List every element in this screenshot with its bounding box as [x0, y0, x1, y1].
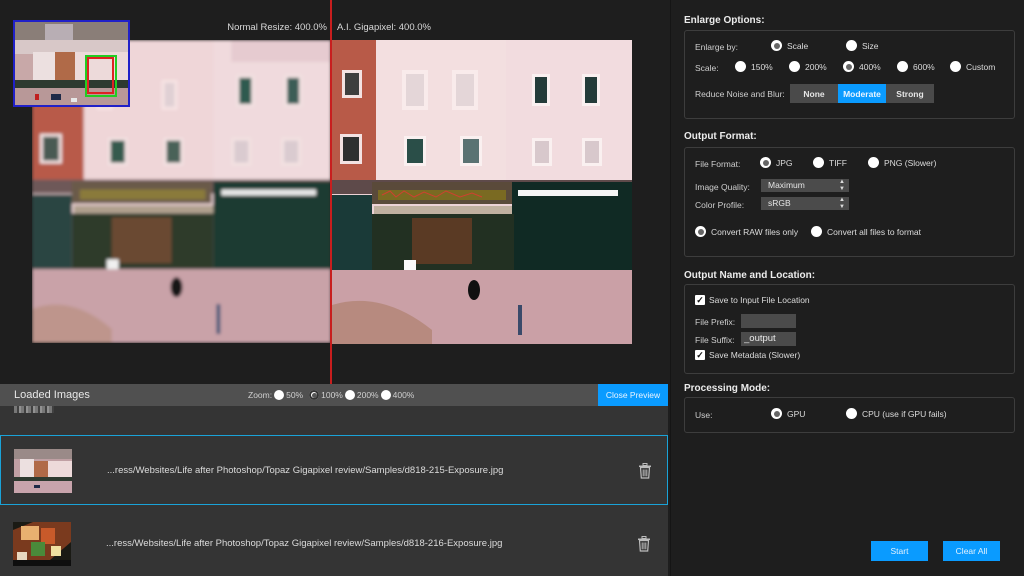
- save-metadata-checkbox[interactable]: ✓ Save Metadata (Slower): [695, 350, 800, 360]
- radio-icon: [274, 390, 285, 400]
- radio-icon: [868, 157, 879, 168]
- radio-selected-icon: [843, 61, 854, 72]
- enlarge-options-group: Enlarge by: Scale Size Scale: 150% 200% …: [684, 30, 1015, 119]
- cpu-radio[interactable]: CPU (use if GPU fails): [846, 408, 947, 419]
- list-item[interactable]: ...ress/Websites/Life after Photoshop/To…: [0, 435, 668, 505]
- radio-icon: [735, 61, 746, 72]
- radio-icon: [344, 390, 355, 400]
- radio-selected-icon: [771, 40, 782, 51]
- reduce-noise-label: Reduce Noise and Blur:: [695, 89, 785, 99]
- street-scene-sharp: [332, 40, 632, 344]
- enlarge-options-title: Enlarge Options:: [684, 15, 765, 26]
- output-format-title: Output Format:: [684, 131, 757, 142]
- trash-icon[interactable]: [637, 536, 651, 552]
- image-thumbnail: [14, 406, 54, 413]
- loaded-images-list[interactable]: ...ress/Websites/Life after Photoshop/To…: [0, 406, 668, 576]
- loaded-images-bar: Loaded Images Zoom: 50% 100% 200% 400% C…: [0, 384, 668, 406]
- scale-600-radio[interactable]: 600%: [897, 61, 935, 72]
- list-item[interactable]: ...ress/Websites/Life after Photoshop/To…: [0, 509, 668, 576]
- enlarge-by-label: Enlarge by:: [695, 42, 738, 52]
- image-thumbnail: [13, 522, 71, 566]
- radio-icon: [950, 61, 961, 72]
- output-name-group: ✓ Save to Input File Location File Prefix…: [684, 284, 1015, 374]
- radio-selected-icon: [695, 226, 706, 237]
- radio-icon: [846, 408, 857, 419]
- list-item-partial[interactable]: [0, 406, 668, 434]
- image-quality-label: Image Quality:: [695, 182, 750, 192]
- radio-icon: [789, 61, 800, 72]
- radio-icon: [813, 157, 824, 168]
- checkmark-icon: ✓: [695, 295, 705, 305]
- zoom-option-100[interactable]: 100%: [309, 390, 343, 400]
- start-button[interactable]: Start: [871, 541, 928, 561]
- preview-area: Normal Resize: 400.0% A.I. Gigapixel: 40…: [0, 0, 668, 384]
- radio-icon: [811, 226, 822, 237]
- ai-gigapixel-label: A.I. Gigapixel: 400.0%: [337, 22, 431, 33]
- comparison-divider-handle[interactable]: [330, 0, 332, 384]
- image-quality-select[interactable]: Maximum ▲ ▼: [761, 179, 849, 192]
- scale-400-radio[interactable]: 400%: [843, 61, 881, 72]
- scale-custom-radio[interactable]: Custom: [950, 61, 995, 72]
- file-format-label: File Format:: [695, 159, 741, 169]
- zoom-option-50[interactable]: 50%: [274, 390, 303, 400]
- scale-150-radio[interactable]: 150%: [735, 61, 773, 72]
- file-suffix-label: File Suffix:: [695, 335, 735, 345]
- checkmark-icon: ✓: [695, 350, 705, 360]
- convert-all-files-radio[interactable]: Convert all files to format: [811, 226, 921, 237]
- radio-selected-icon: [760, 157, 771, 168]
- image-path: ...ress/Websites/Life after Photoshop/To…: [106, 538, 503, 549]
- use-label: Use:: [695, 410, 713, 420]
- file-prefix-input[interactable]: [741, 314, 796, 328]
- scale-label: Scale:: [695, 63, 719, 73]
- zoom-selector: Zoom: 50% 100% 200% 400%: [248, 390, 414, 400]
- file-prefix-label: File Prefix:: [695, 317, 736, 327]
- settings-panel: Enlarge Options: Enlarge by: Scale Size …: [670, 0, 1024, 576]
- processing-mode-group: Use: GPU CPU (use if GPU fails): [684, 397, 1015, 433]
- image-path: ...ress/Websites/Life after Photoshop/To…: [107, 465, 504, 476]
- navigator-thumbnail[interactable]: [13, 20, 130, 107]
- clear-all-button[interactable]: Clear All: [943, 541, 1000, 561]
- color-profile-select[interactable]: sRGB ▲ ▼: [761, 197, 849, 210]
- zoom-option-400[interactable]: 400%: [380, 390, 414, 400]
- updown-chevron-icon: ▲ ▼: [839, 197, 845, 210]
- noise-strong-button[interactable]: Strong: [886, 84, 934, 103]
- image-thumbnail: [14, 449, 72, 493]
- processing-mode-title: Processing Mode:: [684, 383, 771, 394]
- trash-icon[interactable]: [638, 463, 652, 479]
- format-png-radio[interactable]: PNG (Slower): [868, 157, 936, 168]
- scale-200-radio[interactable]: 200%: [789, 61, 827, 72]
- radio-selected-icon: [771, 408, 782, 419]
- file-suffix-input[interactable]: [741, 332, 796, 346]
- convert-raw-only-radio[interactable]: Convert RAW files only: [695, 226, 798, 237]
- noise-moderate-button[interactable]: Moderate: [838, 84, 886, 103]
- output-name-title: Output Name and Location:: [684, 270, 816, 281]
- noise-none-button[interactable]: None: [790, 84, 838, 103]
- normal-resize-label: Normal Resize: 400.0%: [227, 22, 327, 33]
- gpu-radio[interactable]: GPU: [771, 408, 805, 419]
- reduce-noise-segmented-control: None Moderate Strong: [790, 84, 934, 103]
- enlarge-by-size-radio[interactable]: Size: [846, 40, 879, 51]
- format-jpg-radio[interactable]: JPG: [760, 157, 793, 168]
- close-preview-button[interactable]: Close Preview: [598, 384, 668, 406]
- format-tiff-radio[interactable]: TIFF: [813, 157, 847, 168]
- zoom-option-200[interactable]: 200%: [344, 390, 379, 400]
- save-to-input-location-checkbox[interactable]: ✓ Save to Input File Location: [695, 295, 810, 305]
- radio-icon: [897, 61, 908, 72]
- navigator-viewport-red[interactable]: [87, 57, 114, 94]
- ai-gigapixel-preview-image[interactable]: [332, 40, 632, 344]
- enlarge-by-scale-radio[interactable]: Scale: [771, 40, 808, 51]
- loaded-images-title: Loaded Images: [14, 389, 90, 401]
- radio-selected-icon: [309, 390, 320, 400]
- updown-chevron-icon: ▲ ▼: [839, 179, 845, 192]
- output-format-group: File Format: JPG TIFF PNG (Slower) Image…: [684, 147, 1015, 257]
- color-profile-label: Color Profile:: [695, 200, 745, 210]
- radio-icon: [846, 40, 857, 51]
- radio-icon: [380, 390, 391, 400]
- zoom-label: Zoom:: [248, 390, 273, 400]
